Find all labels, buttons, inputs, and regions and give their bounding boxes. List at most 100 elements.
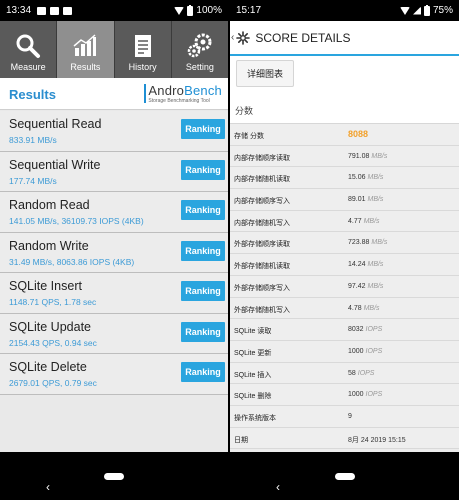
- result-value: 31.49 MB/s, 8063.86 IOPS (4KB): [9, 256, 135, 267]
- result-name: SQLite Update: [9, 319, 91, 334]
- result-row-sequential-read: Sequential Read 833.91 MB/s Ranking: [0, 111, 228, 152]
- androbench-logo: AndroBench Storage Benchmarking Tool: [144, 83, 222, 104]
- wifi-icon: [399, 6, 410, 15]
- back-icon[interactable]: ‹: [46, 481, 50, 493]
- table-row: 外部存储顺序读取 723.88 MB/s: [230, 232, 459, 255]
- row-key: 日期: [234, 436, 248, 444]
- result-name: Random Read: [9, 198, 90, 212]
- row-key: 内部存储顺序读取: [234, 154, 290, 162]
- table-row: 存储 分数 8088: [230, 124, 459, 146]
- row-value: 97.42 MB/s: [348, 282, 384, 290]
- battery-percent: 100%: [196, 5, 222, 16]
- row-value: 9: [348, 412, 352, 420]
- main-tabs: Measure Results History Setting: [0, 21, 228, 78]
- row-key: SQLite 读取: [234, 328, 272, 336]
- document-icon: [134, 35, 151, 57]
- row-value: 58 IOPS: [348, 369, 375, 377]
- screen: 13:34 100% Measure Results History Setti…: [0, 0, 459, 500]
- tab-history[interactable]: History: [114, 21, 172, 78]
- status-bar: 15:17 75%: [230, 0, 459, 21]
- result-row-random-read: Random Read 141.05 MB/s, 36109.73 IOPS (…: [0, 192, 228, 233]
- row-key: SQLite 插入: [234, 371, 272, 379]
- ranking-button[interactable]: Ranking: [181, 159, 225, 180]
- chevron-left-icon[interactable]: ‹: [231, 32, 234, 43]
- result-name: SQLite Delete: [9, 360, 87, 374]
- bar-chart-icon: [73, 34, 97, 56]
- table-row: 日期 8月 24 2019 15:15: [230, 427, 459, 450]
- row-value: 723.88 MB/s: [348, 239, 388, 247]
- ranking-button[interactable]: Ranking: [181, 119, 225, 139]
- row-value: 4.77 MB/s: [348, 217, 380, 225]
- result-value: 1148.71 QPS, 1.78 sec: [9, 297, 97, 307]
- wifi-icon: [174, 6, 185, 15]
- row-key: 外部存储顺序写入: [234, 284, 290, 292]
- back-icon[interactable]: ‹: [276, 481, 280, 493]
- ranking-button[interactable]: Ranking: [181, 281, 225, 301]
- row-value: 89.01 MB/s: [348, 196, 384, 204]
- tab-results[interactable]: Results: [57, 21, 115, 78]
- tab-setting[interactable]: Setting: [171, 21, 228, 78]
- score-section-label: 分数: [235, 106, 254, 116]
- table-row: SQLite 删除 1000 IOPS: [230, 384, 459, 406]
- app-notification-icon: [63, 6, 73, 15]
- result-value: 177.74 MB/s: [9, 175, 57, 186]
- row-key: 内部存储顺序写入: [234, 198, 290, 206]
- score-summary: 详细图表 分数: [230, 56, 459, 124]
- row-key: 外部存储顺序读取: [234, 241, 290, 249]
- androbench-results-screen: 13:34 100% Measure Results History Setti…: [0, 0, 228, 500]
- results-title: Results: [9, 87, 56, 102]
- ranking-button[interactable]: Ranking: [181, 321, 225, 342]
- row-value: 15.06 MB/s: [348, 174, 384, 182]
- results-list: Sequential Read 833.91 MB/s Ranking Sequ…: [0, 111, 228, 395]
- detail-chart-button[interactable]: 详细图表: [236, 60, 294, 87]
- table-row: 内部存储顺序写入 89.01 MB/s: [230, 189, 459, 211]
- result-value: 833.91 MB/s: [9, 135, 57, 145]
- result-row-sqlite-insert: SQLite Insert 1148.71 QPS, 1.78 sec Rank…: [0, 273, 228, 314]
- table-row: 外部存储随机写入 4.78 MB/s: [230, 297, 459, 320]
- tab-measure-label: Measure: [10, 62, 46, 72]
- home-pill[interactable]: [334, 473, 355, 480]
- battery-icon: [187, 4, 194, 16]
- row-key: SQLite 更新: [234, 349, 272, 357]
- system-nav-bar: ‹: [0, 452, 228, 500]
- home-pill[interactable]: [104, 473, 124, 480]
- row-key: 存储 分数: [234, 133, 264, 140]
- result-value: 141.05 MB/s, 36109.73 IOPS (4KB): [9, 216, 144, 226]
- page-title: SCORE DETAILS: [255, 30, 351, 45]
- table-row: 内部存储顺序读取 791.08 MB/s: [230, 145, 459, 168]
- row-key: 内部存储随机写入: [234, 219, 290, 227]
- search-icon: [16, 34, 41, 58]
- tab-results-label: Results: [70, 62, 101, 72]
- battery-percent: 75%: [432, 5, 453, 16]
- result-name: Random Write: [9, 238, 89, 253]
- ranking-button[interactable]: Ranking: [181, 240, 225, 261]
- row-key: SQLite 删除: [234, 393, 272, 401]
- tab-history-label: History: [128, 62, 157, 72]
- table-row: SQLite 插入 58 IOPS: [230, 362, 459, 385]
- battery-icon: [423, 4, 430, 16]
- score-details-header: ‹ SCORE DETAILS: [230, 21, 459, 56]
- score-table: 存储 分数 8088 内部存储顺序读取 791.08 MB/s 内部存储随机读取 15…: [230, 124, 459, 450]
- result-name: Sequential Write: [9, 157, 101, 172]
- signal-icon: [412, 6, 421, 15]
- ranking-button[interactable]: Ranking: [181, 200, 225, 220]
- result-row-sqlite-delete: SQLite Delete 2679.01 QPS, 0.79 sec Rank…: [0, 354, 228, 395]
- ranking-button[interactable]: Ranking: [181, 362, 225, 382]
- photo-notification-icon: [37, 6, 47, 15]
- table-row: SQLite 读取 8032 IOPS: [230, 319, 459, 341]
- result-name: Sequential Read: [9, 117, 102, 131]
- gears-icon: [187, 33, 212, 58]
- result-value: 2679.01 QPS, 0.79 sec: [9, 378, 97, 388]
- table-row: SQLite 更新 1000 IOPS: [230, 340, 459, 363]
- tab-measure[interactable]: Measure: [0, 21, 58, 78]
- row-value: 8月 24 2019 15:15: [348, 436, 406, 444]
- row-value: 1000 IOPS: [348, 391, 383, 399]
- result-name: SQLite Insert: [9, 279, 82, 293]
- result-row-sequential-write: Sequential Write 177.74 MB/s Ranking: [0, 151, 228, 192]
- row-key: 操作系统版本: [234, 414, 276, 422]
- row-key: 外部存储随机写入: [234, 306, 290, 314]
- table-row: 外部存储随机读取 14.24 MB/s: [230, 254, 459, 276]
- status-bar: 13:34 100%: [0, 0, 228, 21]
- tab-setting-label: Setting: [185, 62, 214, 72]
- table-row: 外部存储顺序写入 97.42 MB/s: [230, 275, 459, 298]
